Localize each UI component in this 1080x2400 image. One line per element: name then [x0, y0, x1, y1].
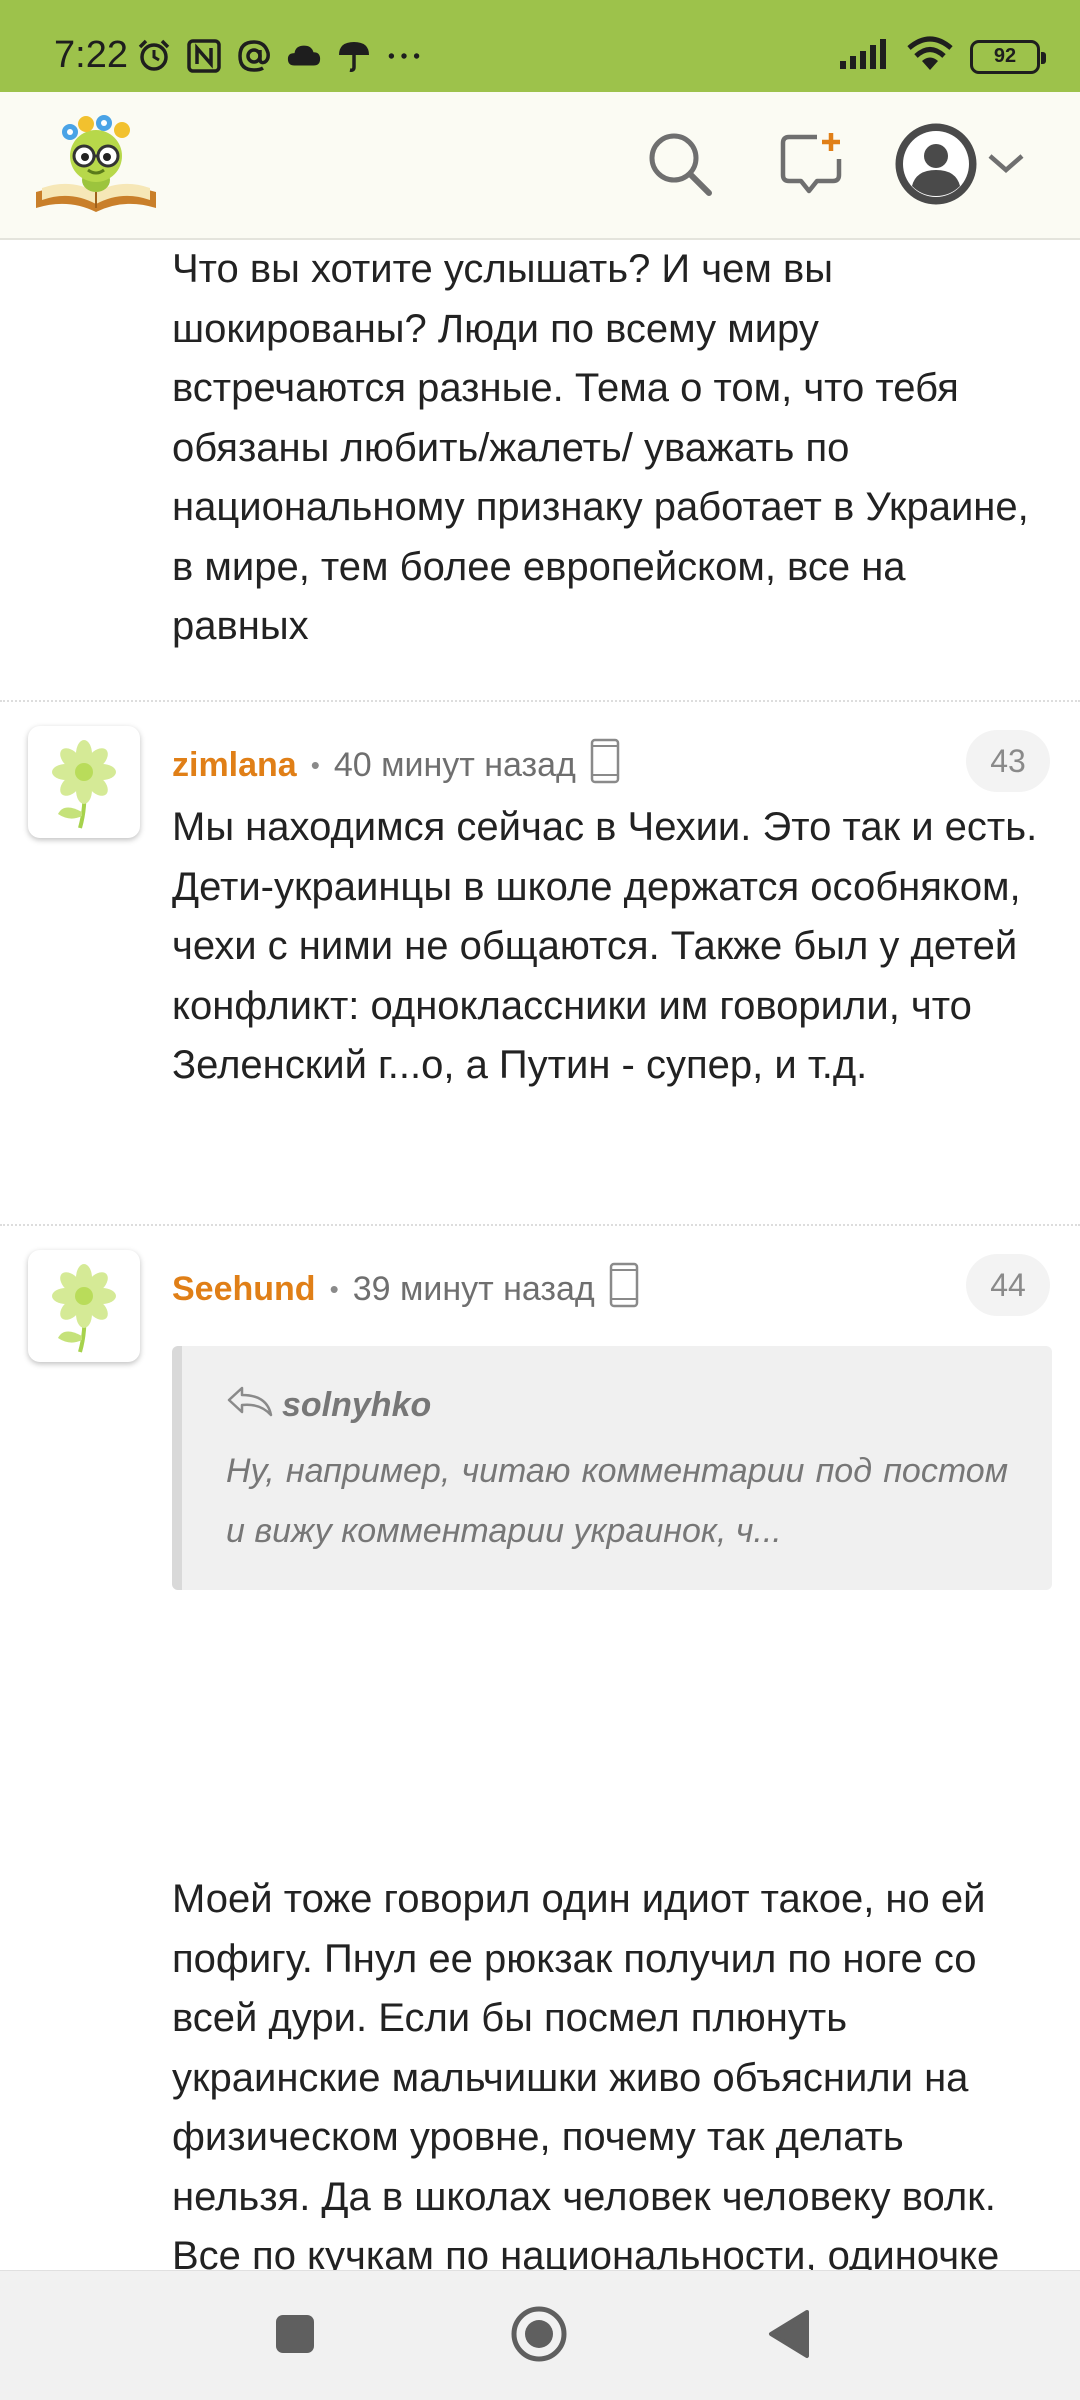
battery-icon: 92	[970, 39, 1046, 74]
chevron-down-icon	[986, 152, 1026, 181]
cloud-icon	[286, 38, 322, 74]
quote-header: solnyhko	[226, 1384, 1008, 1427]
comment-author[interactable]: Seehund	[172, 1270, 316, 1309]
comment-text: Мы находимся сейчас в Чехии. Это так и е…	[172, 805, 1038, 1087]
profile-icon	[894, 122, 978, 211]
comment-number-badge[interactable]: 43	[966, 730, 1050, 792]
reply-arrow-icon	[226, 1384, 274, 1427]
new-post-icon	[777, 129, 847, 204]
mobile-device-icon	[609, 1262, 639, 1317]
logo[interactable]	[32, 108, 160, 220]
home-circle-icon	[509, 2304, 569, 2369]
comments-feed[interactable]: Что вы хотите услышать? И чем вы шокиров…	[0, 240, 1080, 2270]
comment-meta: Seehund • 39 минут назад	[172, 1262, 639, 1317]
more-icon	[386, 38, 422, 74]
meta-separator: •	[329, 1274, 339, 1304]
battery-level: 92	[993, 45, 1017, 67]
avatar[interactable]	[28, 1250, 140, 1362]
comment-time: 39 минут назад	[352, 1270, 595, 1308]
umbrella-icon	[336, 38, 372, 74]
signal-icon	[838, 37, 890, 76]
flower-icon	[52, 740, 116, 829]
mobile-device-icon	[590, 738, 620, 793]
system-nav-bar	[0, 2270, 1080, 2400]
alarm-icon	[136, 38, 172, 74]
back-button[interactable]	[756, 2303, 822, 2369]
comment-text: Моей тоже говорил один идиот такое, но е…	[172, 1877, 1000, 2270]
wifi-icon	[906, 36, 954, 77]
comment-number-badge[interactable]: 44	[966, 1254, 1050, 1316]
comment-meta: zimlana • 40 минут назад	[172, 738, 620, 793]
status-time: 7:22	[54, 34, 128, 76]
quote-author: solnyhko	[282, 1386, 432, 1424]
recents-button[interactable]	[262, 2303, 328, 2369]
new-post-button[interactable]	[768, 122, 856, 210]
status-bar: 7:22 92	[0, 0, 1080, 92]
back-triangle-icon	[765, 2308, 813, 2365]
flower-icon	[52, 1264, 116, 1353]
comment-text: Что вы хотите услышать? И чем вы шокиров…	[172, 247, 1029, 648]
search-icon	[645, 129, 715, 204]
recents-square-icon	[273, 2312, 317, 2361]
app-header	[0, 92, 1080, 240]
status-notification-icons	[136, 38, 422, 74]
at-icon	[236, 38, 272, 74]
home-button[interactable]	[506, 2303, 572, 2369]
comment-divider	[0, 1224, 1080, 1226]
quoted-comment[interactable]: solnyhko Ну, например, читаю комментарии…	[172, 1346, 1052, 1590]
avatar[interactable]	[28, 726, 140, 838]
quote-text: Ну, например, читаю комментарии под пост…	[226, 1452, 1008, 1550]
meta-separator: •	[310, 750, 320, 780]
comment-time: 40 минут назад	[333, 746, 576, 784]
nfc-icon	[186, 38, 222, 74]
status-system-icons: 92	[838, 36, 1046, 77]
comment-divider	[0, 700, 1080, 702]
profile-menu-button[interactable]	[894, 122, 1044, 210]
comment-author[interactable]: zimlana	[172, 746, 297, 785]
search-button[interactable]	[636, 122, 724, 210]
